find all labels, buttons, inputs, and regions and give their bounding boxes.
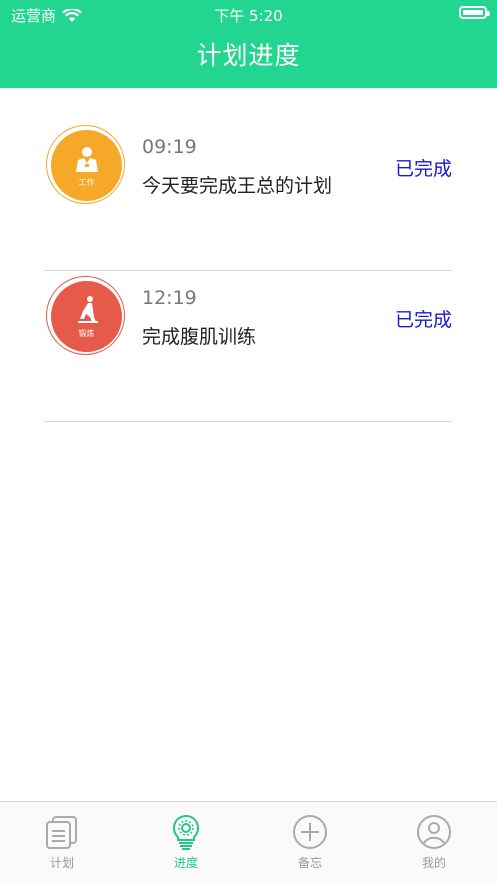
item-time: 09:19 (142, 136, 197, 158)
category-avatar-exercise: 锻炼 (46, 276, 125, 355)
tab-label: 计划 (49, 856, 74, 870)
tab-label: 我的 (421, 856, 446, 870)
status-label: 已完成 (394, 309, 452, 331)
status-time: 下午 5:20 (214, 7, 283, 25)
tab-plan[interactable]: 计划 (17, 814, 107, 871)
plus-circle-icon (293, 815, 327, 849)
user-icon (417, 815, 451, 849)
item-text: 完成腹肌训练 (142, 326, 257, 348)
nav-header: 运营商 下午 5:20 计划进度 (0, 0, 497, 88)
lightbulb-icon (172, 814, 200, 850)
tab-bar: 计划 进度 备忘 我的 (0, 801, 497, 883)
tab-mine[interactable]: 我的 (389, 814, 479, 871)
status-bar: 运营商 下午 5:20 (0, 0, 497, 28)
documents-icon (46, 816, 77, 849)
tab-label: 备忘 (297, 856, 322, 870)
exercise-icon (77, 295, 98, 323)
tab-label: 进度 (173, 856, 198, 870)
status-label: 已完成 (394, 158, 452, 180)
item-text: 今天要完成王总的计划 (142, 175, 333, 197)
tab-memo[interactable]: 备忘 (265, 814, 355, 871)
list-item[interactable]: 锻炼 12:19 完成腹肌训练 已完成 (44, 271, 452, 422)
page-title: 计划进度 (196, 41, 301, 70)
battery-icon (459, 6, 490, 19)
category-label: 锻炼 (78, 328, 95, 338)
list-item[interactable]: 工作 09:19 今天要完成王总的计划 已完成 (44, 120, 452, 271)
tab-progress[interactable]: 进度 (141, 814, 231, 871)
item-time: 12:19 (142, 287, 197, 309)
category-avatar-work: 工作 (46, 125, 125, 204)
plan-list: 工作 09:19 今天要完成王总的计划 已完成 锻炼 12:19 完成腹肌训练 … (44, 120, 452, 422)
category-label: 工作 (78, 177, 95, 187)
worker-icon (75, 146, 98, 172)
